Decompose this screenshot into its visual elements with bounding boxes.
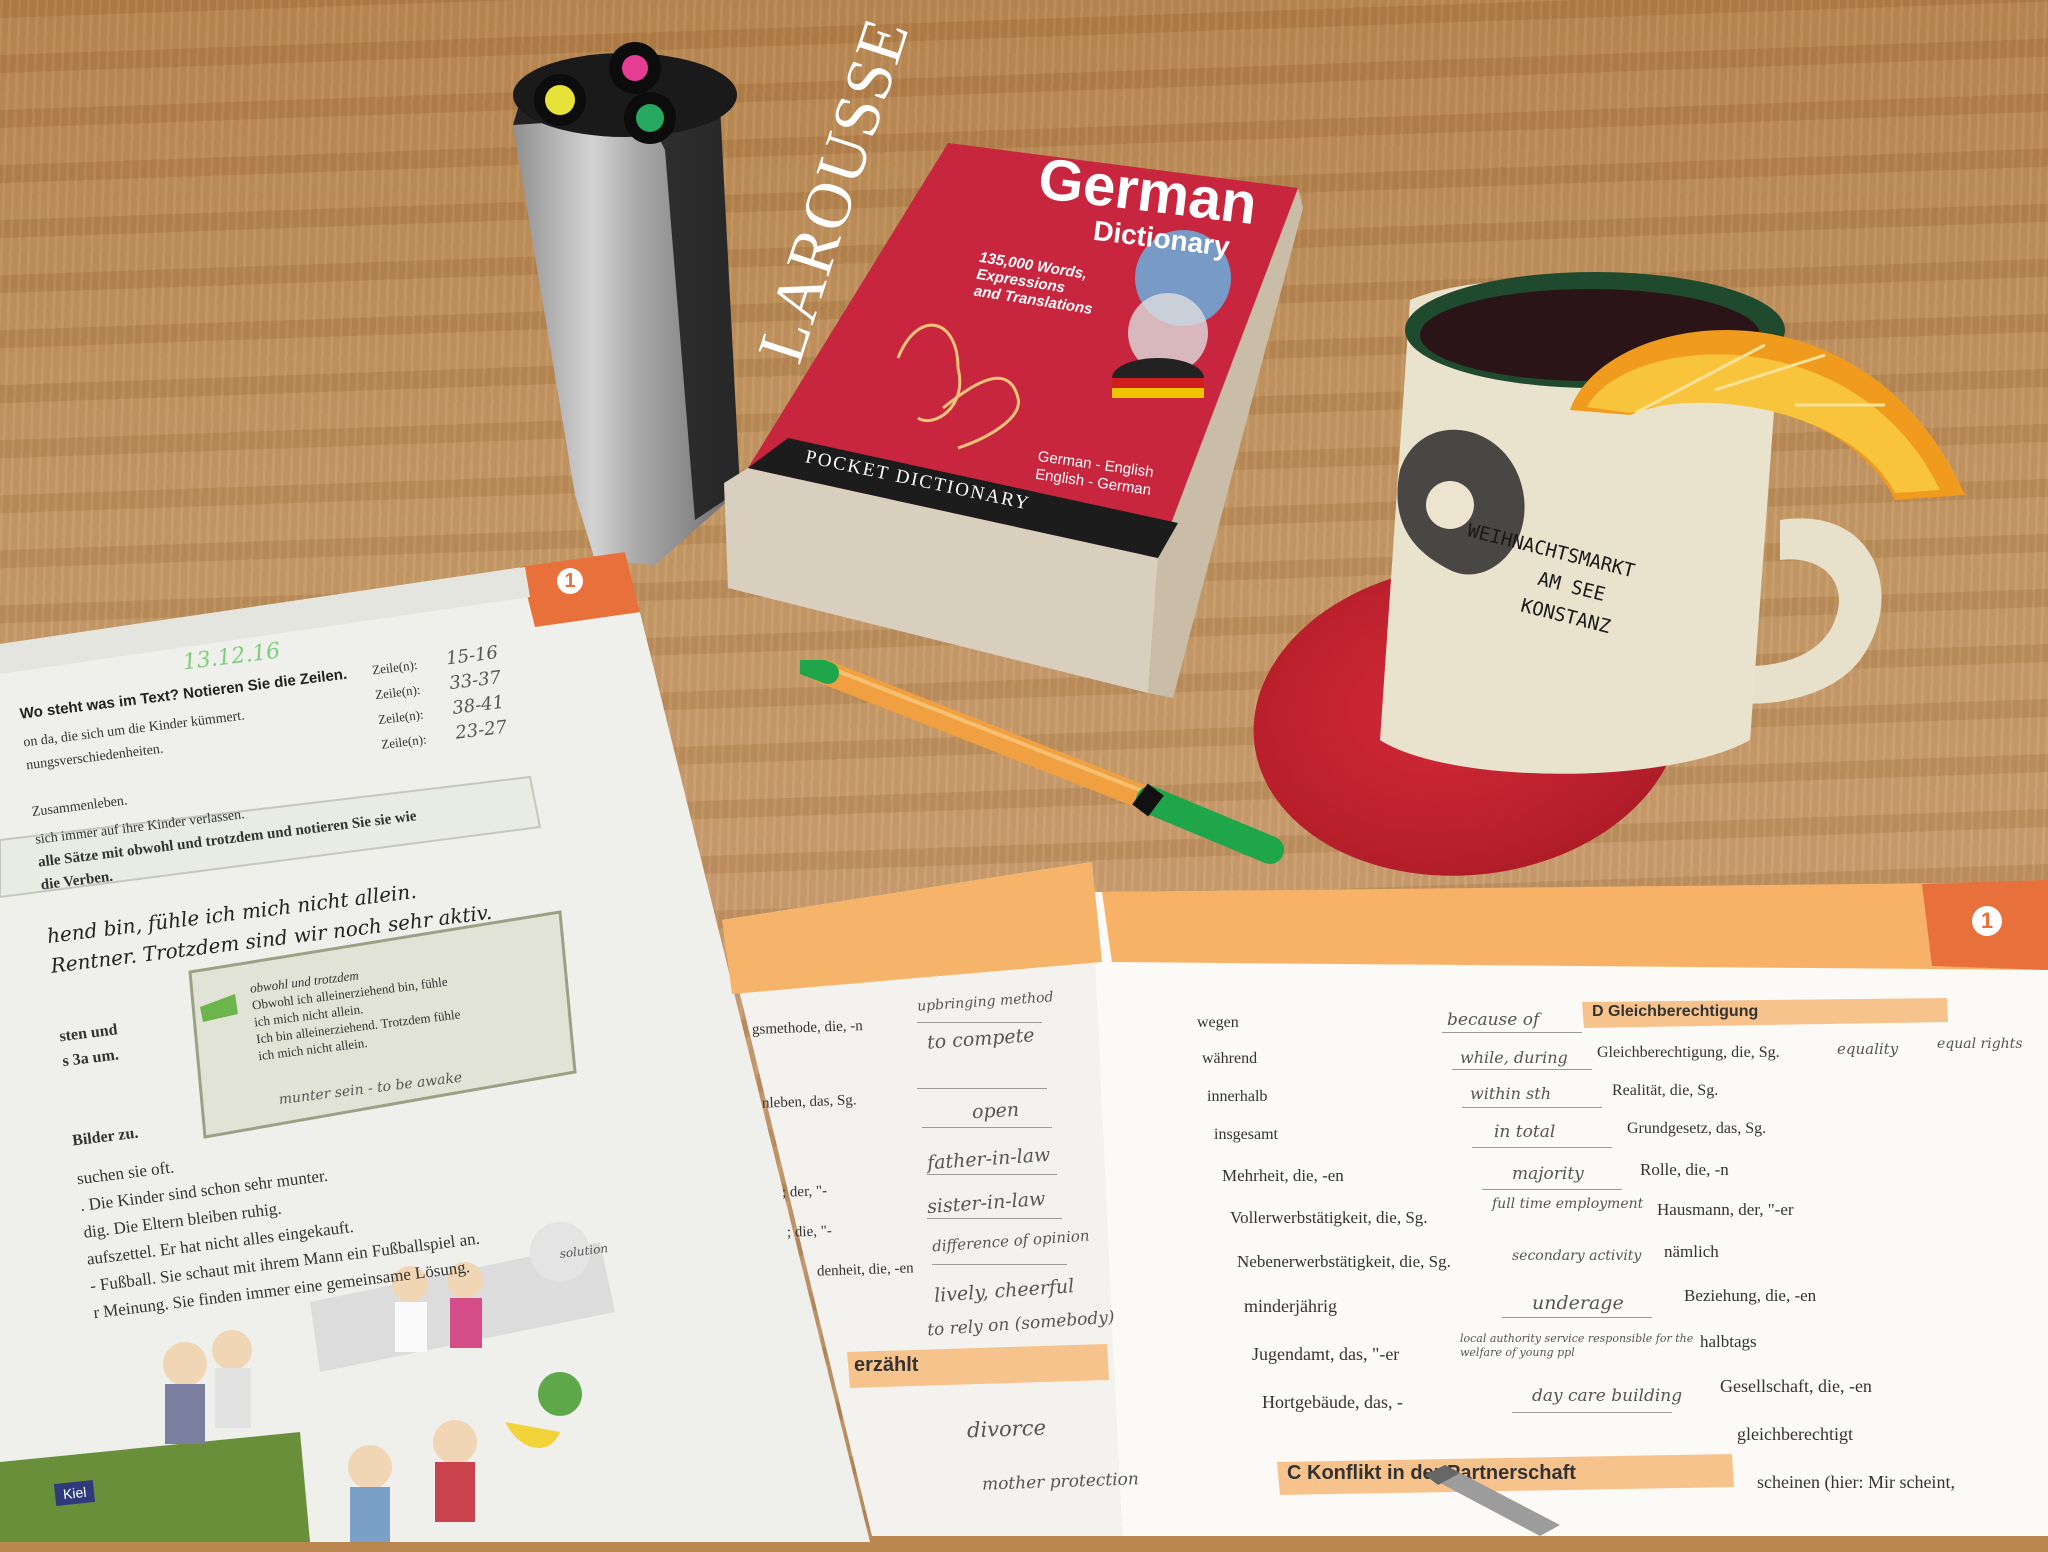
story-text: suchen sie oft. . Die Kinder sind schon … <box>75 1118 484 1327</box>
section-heading: D Gleichberechtigung <box>1592 1003 1759 1020</box>
right-page-number: 1 <box>1972 906 2002 936</box>
vocab-answer: day care building <box>1532 1386 1683 1406</box>
vocab-term: halbtags <box>1700 1332 1757 1351</box>
answer-line <box>1512 1412 1672 1413</box>
answer-line <box>1462 1107 1602 1108</box>
orange-slice-icon <box>1570 330 1965 500</box>
vocab-answer: because of <box>1447 1010 1540 1030</box>
vocab-answer: full time employment <box>1492 1196 1644 1212</box>
answer-line <box>922 1127 1052 1128</box>
vocab-term: Gesellschaft, die, -en <box>1720 1376 1872 1396</box>
vocab-term: nleben, das, Sg. <box>761 1092 857 1112</box>
vocab-answer: open <box>971 1098 1020 1124</box>
vocab-term: Rolle, die, -n <box>1640 1160 1729 1179</box>
answer-line <box>917 1088 1047 1089</box>
answer-line <box>1472 1147 1612 1148</box>
answer-line <box>927 1174 1057 1175</box>
side-text: sten und <box>58 1021 119 1046</box>
vocab-answer: secondary activity <box>1512 1248 1642 1264</box>
vocab-term: Hortgebäude, das, - <box>1262 1392 1403 1412</box>
pen-tip-icon <box>1425 1465 1560 1536</box>
vocab-term: nämlich <box>1664 1242 1719 1261</box>
zeile-label: Zeile(n): <box>377 706 425 728</box>
vocab-term: ; der, "- <box>781 1183 828 1201</box>
zeile-answer: 23-27 <box>454 716 509 744</box>
vocab-answer: equality <box>1837 1040 1899 1058</box>
answer-line <box>1502 1317 1652 1318</box>
zeile-label: Zeile(n): <box>371 657 419 678</box>
desk-scene: LAROUSSE German Dictionary 135,000 Words… <box>0 0 2048 1542</box>
vocab-term: denheit, die, -en <box>816 1260 914 1280</box>
vocab-term: insgesamt <box>1214 1126 1278 1143</box>
statement: Zusammenleben. <box>31 793 129 820</box>
vocab-term: Jugendamt, das, "-er <box>1252 1344 1400 1364</box>
zeile-label: Zeile(n): <box>374 681 422 703</box>
vocab-term: wegen <box>1197 1014 1239 1031</box>
zeile-label: Zeile(n): <box>380 731 428 752</box>
zeile-answer: 38-41 <box>451 691 506 719</box>
vocab-term: während <box>1202 1050 1258 1067</box>
orange-slice <box>1565 295 1975 505</box>
grammar-box: obwohl und trotzdem Obwohl ich alleinerz… <box>249 940 587 1065</box>
margin-note: solution <box>558 1241 609 1261</box>
pen-tip <box>1420 1465 1560 1536</box>
vocab-term: Beziehung, die, -en <box>1684 1286 1817 1305</box>
vocab-answer: within sth <box>1470 1084 1551 1103</box>
section-heading: erzählt <box>854 1354 919 1376</box>
vocab-term: ; die, "- <box>786 1223 833 1241</box>
answer-line <box>1452 1069 1592 1070</box>
task-c: Bilder zu. <box>71 1124 140 1150</box>
vocab-term: gleichberechtigt <box>1737 1424 1853 1444</box>
side-text: s 3a um. <box>61 1046 120 1071</box>
vocab-term: innerhalb <box>1207 1088 1268 1105</box>
vocab-answer: local authority service responsible for … <box>1460 1332 1694 1359</box>
margin-note: munter sein - to be awake <box>277 1069 464 1109</box>
vocab-term: Gleichberechtigung, die, Sg. <box>1597 1044 1780 1061</box>
vocab-answer: in total <box>1494 1122 1556 1142</box>
vocab-term: Vollerwerbstätigkeit, die, Sg. <box>1230 1208 1428 1227</box>
vocab-answer: divorce <box>966 1415 1047 1443</box>
zeile-answer: 15-16 <box>445 642 500 670</box>
vocab-answer: majority <box>1512 1164 1584 1184</box>
vocab-answer: equal rights <box>1937 1036 2023 1052</box>
vocab-term: minderjährig <box>1244 1296 1337 1316</box>
vocab-answer: while, during <box>1460 1048 1568 1067</box>
vocab-term: Hausmann, der, "-er <box>1657 1200 1794 1219</box>
right-textbook: 1 gsmethode, die, -n nleben, das, Sg. ; … <box>722 862 2048 1536</box>
badge: Kiel <box>53 1480 96 1506</box>
vocab-answer: underage <box>1532 1292 1624 1314</box>
zeile-answer: 33-37 <box>448 666 503 695</box>
task-b-cont: die Verben. <box>39 868 114 894</box>
vocab-term: Grundgesetz, das, Sg. <box>1627 1120 1767 1137</box>
vocab-term: scheinen (hier: Mir scheint, <box>1757 1472 1955 1492</box>
left-date: 13.12.16 <box>181 638 282 676</box>
answer-line <box>927 1218 1062 1219</box>
vocab-term: Mehrheit, die, -en <box>1222 1166 1344 1185</box>
vocab-term: Realität, die, Sg. <box>1612 1082 1719 1099</box>
answer-line <box>932 1264 1067 1265</box>
answer-line <box>1442 1032 1582 1033</box>
answer-line <box>1482 1189 1622 1190</box>
vocab-term: Nebenerwerbstätigkeit, die, Sg. <box>1237 1252 1451 1271</box>
answer-line <box>917 1022 1042 1023</box>
